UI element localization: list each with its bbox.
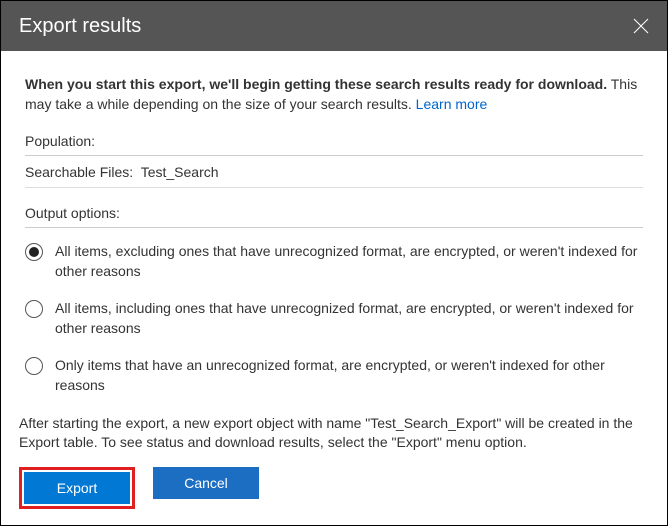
radio-label: Only items that have an unrecognized for…	[55, 356, 643, 395]
export-results-dialog: Export results When you start this expor…	[0, 0, 668, 526]
dialog-titlebar: Export results	[1, 1, 667, 51]
cancel-button[interactable]: Cancel	[153, 467, 259, 499]
learn-more-link[interactable]: Learn more	[416, 96, 488, 112]
population-row-value: Test_Search	[141, 164, 219, 180]
radio-option-excluding[interactable]: All items, excluding ones that have unre…	[25, 242, 643, 281]
radio-icon	[25, 357, 43, 375]
radio-icon	[25, 243, 43, 261]
close-icon[interactable]	[633, 18, 649, 34]
population-row-label: Searchable Files:	[25, 164, 133, 180]
export-button-highlight: Export	[19, 467, 135, 509]
intro-text: When you start this export, we'll begin …	[25, 75, 643, 114]
footer-note: After starting the export, a new export …	[19, 414, 649, 453]
dialog-title: Export results	[19, 15, 141, 38]
radio-label: All items, excluding ones that have unre…	[55, 242, 643, 281]
intro-strong: When you start this export, we'll begin …	[25, 76, 607, 92]
export-button[interactable]: Export	[24, 472, 130, 504]
output-options-label: Output options:	[25, 204, 643, 228]
radio-icon	[25, 300, 43, 318]
radio-label: All items, including ones that have unre…	[55, 299, 643, 338]
population-label: Population:	[25, 132, 643, 156]
radio-option-including[interactable]: All items, including ones that have unre…	[25, 299, 643, 338]
radio-option-only-unindexed[interactable]: Only items that have an unrecognized for…	[25, 356, 643, 395]
button-row: Export Cancel	[19, 467, 649, 509]
output-options-group: All items, excluding ones that have unre…	[25, 242, 643, 396]
dialog-body: When you start this export, we'll begin …	[1, 51, 667, 414]
population-row: Searchable Files: Test_Search	[25, 156, 643, 189]
dialog-footer: After starting the export, a new export …	[1, 414, 667, 525]
